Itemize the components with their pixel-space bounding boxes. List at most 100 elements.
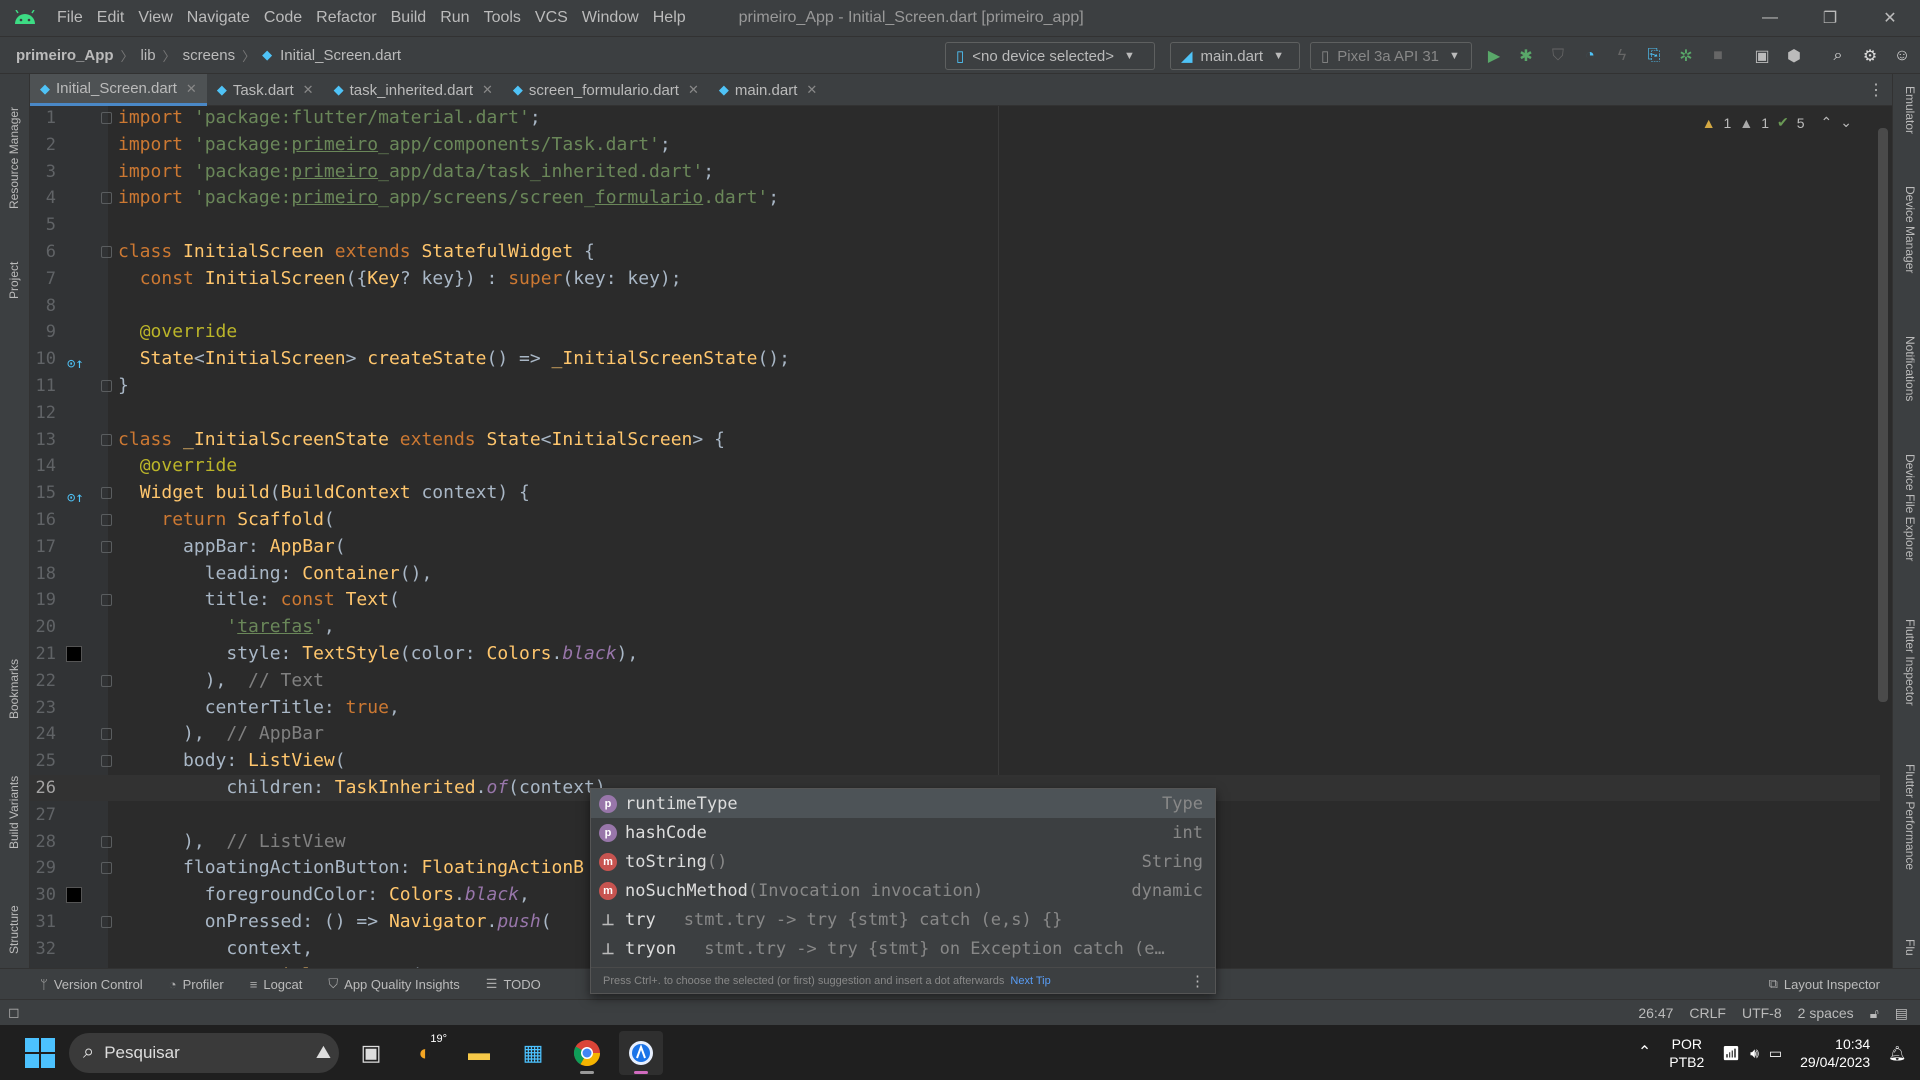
fold-marker-icon[interactable]: [101, 835, 112, 848]
fold-marker-icon[interactable]: [101, 380, 112, 392]
clock[interactable]: 10:34 29/04/2023: [1800, 1035, 1870, 1071]
code-line[interactable]: 15 ⊙↑ Widget build(BuildContext context) …: [30, 480, 1880, 506]
fold-marker-icon[interactable]: [101, 728, 112, 741]
next-tip-link[interactable]: Next Tip: [1010, 975, 1050, 987]
caret-position[interactable]: 26:47: [1638, 1005, 1673, 1021]
code-line[interactable]: 10 ⊙↑ State<InitialScreen> createState() …: [30, 346, 1880, 372]
completion-item[interactable]: m noSuchMethod (Invocation invocation) dyna…: [591, 876, 1215, 905]
android-studio-taskbar-icon[interactable]: [619, 1030, 663, 1075]
code-line[interactable]: 18 leading: Container(),: [30, 561, 1880, 587]
code-line[interactable]: 12: [30, 400, 1880, 426]
fold-marker-icon[interactable]: [101, 112, 112, 124]
logcat-tool[interactable]: ≡ Logcat: [250, 977, 303, 992]
indent-setting[interactable]: 2 spaces: [1798, 1005, 1854, 1021]
version-control-tool[interactable]: ᛘ Version Control: [40, 977, 143, 992]
code-line[interactable]: 25 body: ListView(: [30, 748, 1880, 774]
memory-indicator-icon[interactable]: ▤: [1895, 1005, 1908, 1022]
chrome-icon[interactable]: [565, 1031, 609, 1075]
fold-marker-icon[interactable]: [101, 433, 112, 446]
stop-icon[interactable]: ■: [1707, 45, 1729, 67]
profiler-tool[interactable]: ◔ Profiler: [169, 977, 224, 992]
editor-tab[interactable]: ◆ task_inherited.dart ✕: [324, 74, 503, 106]
notification-bell-icon[interactable]: 🔔︎: [1888, 1044, 1906, 1062]
run-configuration-selector[interactable]: ◢ main.dart ▼: [1170, 42, 1300, 70]
device-file-explorer-tab[interactable]: Device File Explorer: [1897, 454, 1917, 561]
completion-item[interactable]: p hashCode int: [591, 818, 1215, 847]
attach-debugger-icon[interactable]: ✲: [1675, 45, 1697, 67]
language-indicator[interactable]: POR PTB2: [1669, 1035, 1704, 1071]
android-studio-icon[interactable]: [0, 0, 50, 36]
code-line[interactable]: 11}: [30, 373, 1880, 399]
menu-item[interactable]: Refactor: [309, 0, 383, 36]
vertical-scrollbar[interactable]: [1878, 128, 1888, 702]
notifications-tab[interactable]: Notifications: [1897, 336, 1917, 401]
windows-start-icon[interactable]: [25, 1037, 55, 1068]
menu-item[interactable]: Help: [646, 0, 693, 36]
fold-marker-icon[interactable]: [101, 674, 112, 687]
file-explorer-icon[interactable]: ▬: [457, 1031, 501, 1075]
emulator-selector[interactable]: ▯ Pixel 3a API 31 ▼: [1310, 42, 1472, 70]
code-line[interactable]: 7 const InitialScreen({Key? key}) : supe…: [30, 266, 1880, 292]
breadcrumb-file[interactable]: Initial_Screen.dart: [276, 47, 405, 64]
inspection-widget[interactable]: ▲ 1 ▲ 1 ✔ 5 ⌃ ⌄: [1702, 114, 1852, 131]
device-selector[interactable]: ▯ <no device selected> ▼: [945, 42, 1155, 70]
bookmarks-tab[interactable]: Bookmarks: [3, 639, 25, 719]
code-line[interactable]: 16 return Scaffold(: [30, 507, 1880, 533]
fold-marker-icon[interactable]: [101, 755, 112, 768]
breadcrumb-screens[interactable]: screens: [179, 47, 240, 64]
fold-marker-icon[interactable]: [101, 246, 112, 258]
close-tab-icon[interactable]: ✕: [482, 82, 493, 98]
device-manager-tab[interactable]: Device Manager: [1897, 186, 1917, 273]
line-separator[interactable]: CRLF: [1689, 1005, 1726, 1021]
volume-icon[interactable]: 🔊︎: [1750, 1044, 1759, 1062]
completion-item[interactable]: ⊥ tryon stmt.try -> try {stmt} on Exceptio…: [591, 934, 1215, 963]
code-line[interactable]: 5: [30, 212, 1880, 238]
breadcrumb-project[interactable]: primeiro_App: [12, 47, 118, 64]
flutter-inspector-tab[interactable]: Flutter Inspector: [1897, 619, 1917, 706]
fold-marker-icon[interactable]: [101, 916, 112, 928]
menu-item[interactable]: File: [50, 0, 90, 36]
code-line[interactable]: 6 class InitialScreen extends StatefulWid…: [30, 239, 1880, 265]
code-line[interactable]: 20 'tarefas',: [30, 614, 1880, 640]
completion-item[interactable]: p runtimeType Type: [591, 789, 1215, 818]
editor-tab[interactable]: ◆ Initial_Screen.dart ✕: [30, 74, 207, 106]
settings-gear-icon[interactable]: ⚙: [1859, 45, 1881, 67]
code-line[interactable]: 1 import 'package:flutter/material.dart';: [30, 106, 1880, 131]
completion-item[interactable]: ⊥ try stmt.try -> try {stmt} catch (e,s) {…: [591, 905, 1215, 934]
taskbar-search[interactable]: ⌕ Pesquisar ⛰: [69, 1032, 339, 1073]
resource-manager-tab[interactable]: Resource Manager: [3, 84, 25, 209]
fold-marker-icon[interactable]: [101, 514, 112, 526]
emulator-tab[interactable]: Emulator: [1897, 86, 1917, 134]
breadcrumb-lib[interactable]: lib: [137, 47, 160, 64]
flutter-tab[interactable]: Flu: [1897, 939, 1917, 956]
code-line[interactable]: 13 class _InitialScreenState extends Stat…: [30, 427, 1880, 453]
code-line[interactable]: 17 appBar: AppBar(: [30, 534, 1880, 560]
structure-tab[interactable]: Structure: [3, 874, 25, 954]
run-icon[interactable]: ▶: [1483, 45, 1505, 67]
battery-icon[interactable]: ▭: [1769, 1044, 1782, 1062]
menu-item[interactable]: Tools: [477, 0, 528, 36]
debug-icon[interactable]: ✱: [1515, 45, 1537, 67]
fold-marker-icon[interactable]: [101, 192, 112, 205]
sdk-manager-icon[interactable]: ⬢: [1783, 45, 1805, 67]
code-line[interactable]: 24 ), // AppBar: [30, 721, 1880, 747]
close-tab-icon[interactable]: ✕: [806, 82, 817, 98]
menu-item[interactable]: Build: [384, 0, 434, 36]
microsoft-store-icon[interactable]: ▦: [511, 1031, 555, 1075]
coverage-icon[interactable]: ⛉: [1547, 45, 1569, 67]
chevron-up-icon[interactable]: ⌃: [1638, 1044, 1651, 1062]
code-line[interactable]: 23 centerTitle: true,: [30, 695, 1880, 721]
editor-tab[interactable]: ◆ Task.dart ✕: [207, 74, 324, 106]
menu-item[interactable]: Code: [257, 0, 309, 36]
code-line[interactable]: 3 import 'package:primeiro_app/data/task_…: [30, 159, 1880, 185]
todo-tool[interactable]: ☰ TODO: [486, 976, 541, 992]
code-line[interactable]: 8: [30, 293, 1880, 319]
project-tab[interactable]: Project: [3, 239, 25, 299]
fold-marker-icon[interactable]: [101, 862, 112, 875]
build-variants-tab[interactable]: Build Variants: [3, 749, 25, 849]
menu-item[interactable]: VCS: [528, 0, 575, 36]
code-line[interactable]: 14 @override: [30, 453, 1880, 479]
fold-marker-icon[interactable]: [101, 540, 112, 553]
editor-tab[interactable]: ◆ screen_formulario.dart ✕: [503, 74, 709, 106]
wifi-icon[interactable]: 📶︎: [1722, 1044, 1740, 1062]
